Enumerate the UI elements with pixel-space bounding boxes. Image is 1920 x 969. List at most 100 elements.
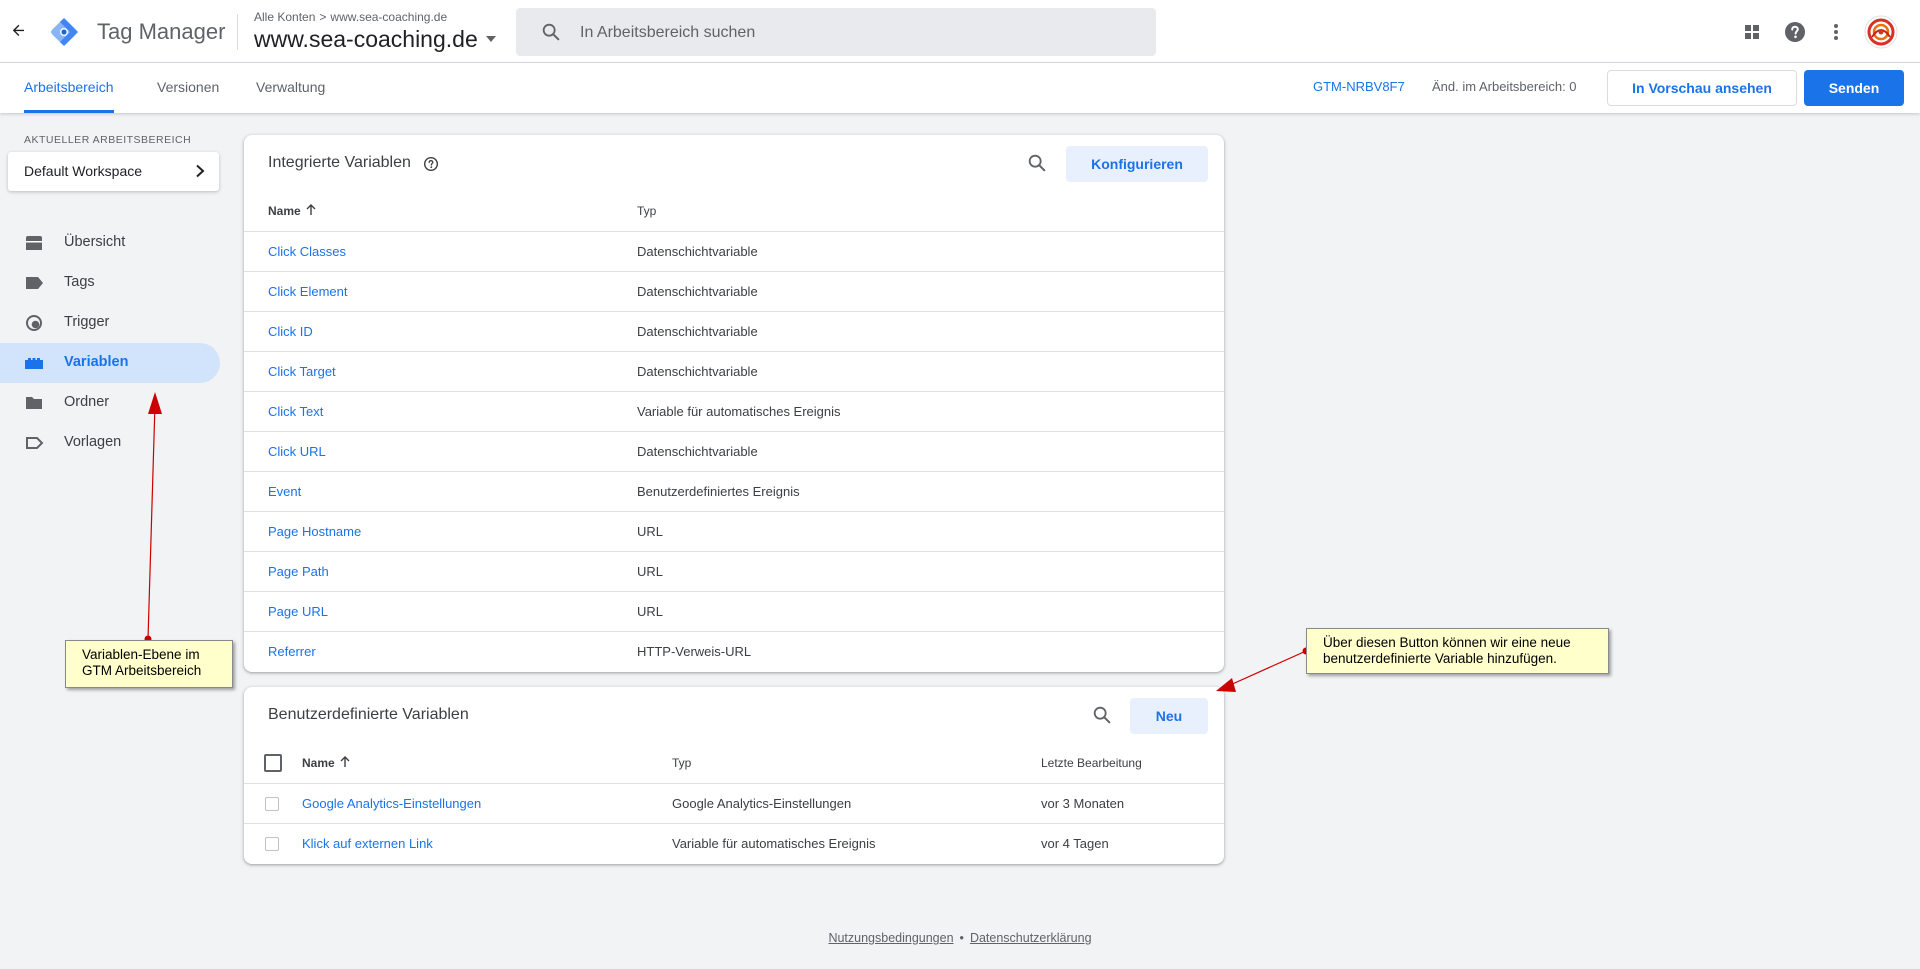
variable-name-link[interactable]: Click Target [268, 364, 336, 379]
submit-button[interactable]: Senden [1804, 70, 1904, 106]
builtin-variables-card: Integrierte Variablen Konfigurieren Name… [244, 135, 1224, 672]
sidebar-item-label: Tags [64, 274, 95, 290]
container-selector[interactable]: www.sea-coaching.de [254, 26, 478, 53]
breadcrumb-account[interactable]: www.sea-coaching.de [330, 10, 447, 24]
help-icon[interactable] [1783, 20, 1807, 44]
workspace-selector[interactable]: Default Workspace [8, 152, 219, 191]
tag-icon [26, 277, 43, 289]
sidebar-item-trigger[interactable]: Trigger [0, 303, 220, 343]
table-row: Event Benutzerdefiniertes Ereignis [244, 471, 1224, 511]
search-icon[interactable] [1091, 704, 1113, 726]
preview-button[interactable]: In Vorschau ansehen [1607, 70, 1797, 106]
workspace-changes-count: Änd. im Arbeitsbereich: 0 [1432, 79, 1577, 94]
sidebar-item-label: Vorlagen [64, 434, 122, 450]
template-icon [26, 437, 44, 449]
breadcrumb[interactable]: Alle Konten > www.sea-coaching.de [254, 10, 447, 24]
column-header-type: Typ [637, 204, 657, 218]
trigger-icon [26, 315, 42, 331]
apps-grid-icon[interactable] [1740, 20, 1764, 44]
table-row: Click Element Datenschichtvariable [244, 271, 1224, 311]
sidebar-item-label: Trigger [64, 314, 110, 330]
table-row: Page Path URL [244, 551, 1224, 591]
new-variable-button[interactable]: Neu [1130, 698, 1208, 734]
custom-variables-title: Benutzerdefinierte Variablen [268, 706, 469, 723]
variable-name-link[interactable]: Referrer [268, 644, 316, 659]
sidebar-item-overview[interactable]: Übersicht [0, 223, 220, 263]
tag-manager-logo[interactable] [47, 15, 81, 49]
table-row: Click Target Datenschichtvariable [244, 351, 1224, 391]
last-edited: vor 3 Monaten [1041, 796, 1125, 811]
last-edited: vor 4 Tagen [1041, 836, 1109, 851]
variable-name-link[interactable]: Click Text [268, 404, 323, 419]
help-outline-icon[interactable] [423, 156, 439, 172]
privacy-link[interactable]: Datenschutzerklärung [970, 931, 1092, 945]
variable-type: Datenschichtvariable [637, 364, 758, 379]
arrow-back-icon[interactable] [8, 20, 32, 44]
configure-button[interactable]: Konfigurieren [1066, 146, 1208, 182]
container-id-link[interactable]: GTM-NRBV8F7 [1313, 79, 1405, 94]
search-icon [542, 23, 560, 41]
variable-name-link[interactable]: Click Classes [268, 244, 346, 259]
annotation-line: benutzerdefinierte Variable hinzufügen. [1323, 651, 1557, 666]
footer: Nutzungsbedingungen • Datenschutzerklärung [0, 931, 1920, 945]
builtin-variables-title: Integrierte Variablen [268, 154, 411, 171]
annotation-line: GTM Arbeitsbereich [82, 663, 202, 678]
sidebar-item-label: Übersicht [64, 234, 126, 250]
table-row: Klick auf externen Link Variable für aut… [244, 823, 1224, 863]
sidebar-item-tags[interactable]: Tags [0, 263, 220, 303]
variable-name-link[interactable]: Event [268, 484, 301, 499]
table-row: Click Text Variable für automatisches Er… [244, 391, 1224, 431]
sidebar-item-folders[interactable]: Ordner [0, 383, 220, 423]
annotation-line: Variablen-Ebene im [82, 647, 200, 662]
variable-name-link[interactable]: Click URL [268, 444, 326, 459]
row-checkbox[interactable] [265, 797, 279, 811]
table-row: Click Classes Datenschichtvariable [244, 231, 1224, 271]
tab-workspace[interactable]: Arbeitsbereich [24, 63, 114, 113]
annotation-line: Über diesen Button können wir eine neue [1323, 635, 1571, 650]
variable-type: Variable für automatisches Ereignis [637, 404, 841, 419]
breadcrumb-separator: > [319, 10, 327, 24]
caret-down-icon[interactable] [486, 36, 496, 42]
variable-type: URL [637, 564, 664, 579]
header-divider [237, 14, 238, 50]
custom-variables-card: Benutzerdefinierte Variablen Neu Name Ty… [244, 687, 1224, 864]
variable-type: HTTP-Verweis-URL [637, 644, 752, 659]
table-row: Click ID Datenschichtvariable [244, 311, 1224, 351]
sidebar-item-variables[interactable]: Variablen [0, 343, 220, 383]
row-checkbox[interactable] [265, 837, 279, 851]
tab-admin[interactable]: Verwaltung [256, 63, 325, 113]
workspace-name: Default Workspace [24, 163, 143, 179]
select-all-checkbox[interactable] [264, 754, 282, 772]
breadcrumb-all-accounts[interactable]: Alle Konten [254, 10, 315, 24]
variable-name-link[interactable]: Click ID [268, 324, 313, 339]
table-row: Page Hostname URL [244, 511, 1224, 551]
sidebar-item-templates[interactable]: Vorlagen [0, 423, 220, 463]
variable-type: Google Analytics-Einstellungen [672, 796, 852, 811]
variable-type: Datenschichtvariable [637, 284, 758, 299]
search-icon[interactable] [1026, 152, 1048, 174]
table-row: Click URL Datenschichtvariable [244, 431, 1224, 471]
workspace-search[interactable] [516, 8, 1156, 58]
column-header-name[interactable]: Name [268, 204, 317, 218]
variable-name-link[interactable]: Klick auf externen Link [302, 836, 433, 851]
variable-name-link[interactable]: Page Path [268, 564, 329, 579]
table-row: Google Analytics-Einstellungen Google An… [244, 783, 1224, 823]
variable-type: Datenschichtvariable [637, 444, 758, 459]
variable-name-link[interactable]: Click Element [268, 284, 347, 299]
account-avatar[interactable] [1864, 15, 1898, 49]
variable-name-link[interactable]: Page URL [268, 604, 328, 619]
overview-icon [26, 236, 42, 250]
column-header-type: Typ [672, 756, 692, 770]
more-vert-icon[interactable] [1824, 20, 1848, 44]
annotation-new-button: Über diesen Button können wir eine neue … [1306, 628, 1609, 674]
column-header-name[interactable]: Name [302, 756, 351, 770]
column-header-label: Name [268, 204, 301, 218]
search-input[interactable] [578, 8, 1142, 58]
variable-type: Datenschichtvariable [637, 244, 758, 259]
terms-link[interactable]: Nutzungsbedingungen [828, 931, 953, 945]
variable-name-link[interactable]: Google Analytics-Einstellungen [302, 796, 481, 811]
variable-name-link[interactable]: Page Hostname [268, 524, 361, 539]
column-header-label: Name [302, 756, 335, 770]
arrow-up-icon [340, 756, 350, 767]
tab-versions[interactable]: Versionen [157, 63, 219, 113]
